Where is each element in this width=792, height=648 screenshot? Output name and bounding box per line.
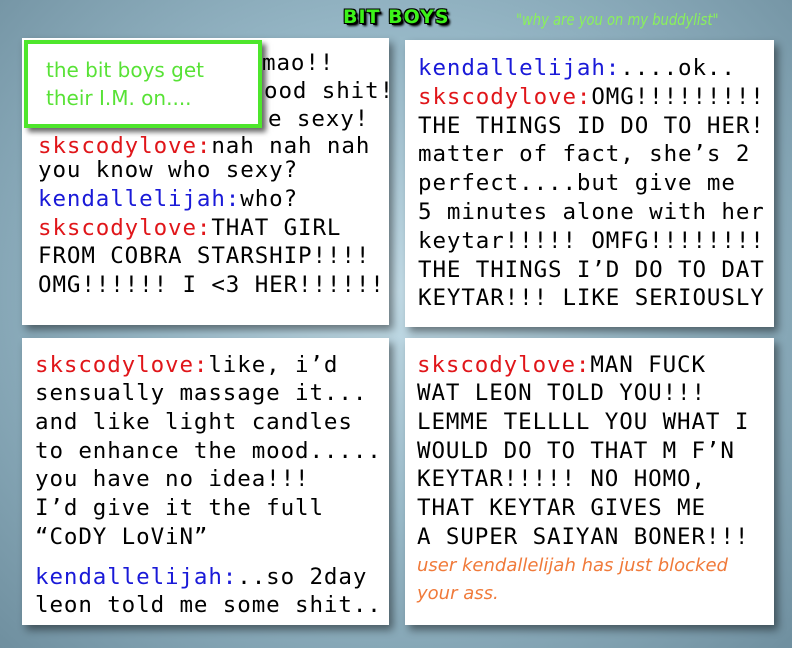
message-text: KEYTAR!!!!! NO HOMO, bbox=[417, 466, 706, 492]
chat-line: perfect....but give me bbox=[418, 170, 736, 196]
screen-name: kendallelijah: bbox=[38, 186, 241, 212]
chat-line-partial: ood shit! bbox=[264, 78, 389, 104]
message-text: you have no idea!!! bbox=[35, 466, 310, 492]
screen-name: skscodylove: bbox=[35, 352, 209, 378]
system-message: your ass. bbox=[417, 583, 499, 604]
comic-tagline: "why are you on my buddylist" bbox=[516, 10, 719, 29]
screen-name: skscodylove: bbox=[417, 352, 591, 378]
message-text: and like light candles bbox=[35, 409, 353, 435]
screen-name: kendallelijah: bbox=[418, 55, 621, 81]
chat-line: THAT KEYTAR GIVES ME bbox=[417, 495, 706, 521]
message-text: nah nah nah bbox=[211, 133, 371, 159]
message-text: THAT KEYTAR GIVES ME bbox=[417, 495, 706, 521]
system-message: user kendallelijah has just blocked bbox=[417, 555, 728, 576]
chat-line: skscodylove:THAT GIRL bbox=[38, 215, 341, 241]
chat-line: skscodylove:OMG!!!!!!!!! bbox=[418, 84, 765, 110]
chat-line: and like light candles bbox=[35, 409, 353, 435]
message-text: matter of fact, she’s 2 bbox=[418, 141, 751, 167]
chat-line: A SUPER SAIYAN BONER!!! bbox=[417, 524, 749, 550]
chat-line-partial: e sexy! bbox=[268, 106, 370, 132]
chat-line: sensually massage it... bbox=[35, 380, 367, 406]
chat-line: WOULD DO TO THAT M F’N bbox=[417, 438, 735, 464]
chat-line: LEMME TELLLL YOU WHAT I bbox=[417, 409, 749, 435]
message-text: like, i’d bbox=[208, 352, 339, 378]
message-text: WAT LEON TOLD YOU!!! bbox=[417, 380, 706, 406]
message-text: FROM COBRA STARSHIP!!!! bbox=[38, 243, 371, 269]
caption-box: the bit boys get their I.M. on.... bbox=[24, 40, 262, 128]
chat-line: keytar!!!!! OMFG!!!!!!!! bbox=[418, 228, 765, 254]
message-text: OMG!!!!!! I <3 HER!!!!!! bbox=[38, 272, 385, 298]
message-text: who? bbox=[240, 186, 299, 212]
chat-line: THE THINGS ID DO TO HER! bbox=[418, 113, 765, 139]
message-text: ....ok.. bbox=[620, 55, 736, 81]
panel-2: kendallelijah:....ok.. skscodylove:OMG!!!… bbox=[405, 40, 774, 327]
chat-line: KEYTAR!!! LIKE SERIOUSLY bbox=[418, 285, 765, 311]
message-text: I’d give it the full bbox=[35, 495, 324, 521]
chat-line: kendallelijah:..so 2day bbox=[35, 564, 367, 590]
message-text: ..so 2day bbox=[237, 564, 368, 590]
chat-line: you have no idea!!! bbox=[35, 466, 309, 492]
chat-line: skscodylove:MAN FUCK bbox=[417, 352, 706, 378]
chat-line: you know who sexy? bbox=[38, 157, 298, 183]
chat-line: OMG!!!!!! I <3 HER!!!!!! bbox=[38, 272, 385, 298]
message-text: “CoDY LoViN” bbox=[35, 524, 209, 550]
chat-line: 5 minutes alone with her bbox=[418, 199, 765, 225]
chat-line: “CoDY LoViN” bbox=[35, 524, 208, 550]
chat-line-partial: mao!! bbox=[262, 50, 335, 76]
message-text: keytar!!!!! OMFG!!!!!!!! bbox=[418, 228, 765, 254]
caption-line: the bit boys get bbox=[46, 58, 205, 82]
chat-line: leon told me some shit.. bbox=[35, 592, 382, 618]
panel-4: skscodylove:MAN FUCK WAT LEON TOLD YOU!!!… bbox=[405, 338, 774, 625]
message-text: you know who sexy? bbox=[38, 157, 299, 183]
chat-line: FROM COBRA STARSHIP!!!! bbox=[38, 243, 370, 269]
chat-line: matter of fact, she’s 2 bbox=[418, 141, 750, 167]
message-text: THAT GIRL bbox=[211, 215, 342, 241]
comic-title: BIT BOYS bbox=[343, 6, 450, 28]
message-text: THE THINGS ID DO TO HER! bbox=[418, 113, 765, 139]
message-text: OMG!!!!!!!!! bbox=[591, 84, 765, 110]
chat-line: KEYTAR!!!!! NO HOMO, bbox=[417, 466, 706, 492]
message-text: to enhance the mood..... bbox=[35, 438, 382, 464]
chat-line: kendallelijah:....ok.. bbox=[418, 55, 736, 81]
chat-line: I’d give it the full bbox=[35, 495, 324, 521]
screen-name: kendallelijah: bbox=[35, 564, 238, 590]
message-text: WOULD DO TO THAT M F’N bbox=[417, 438, 735, 464]
message-text: LEMME TELLLL YOU WHAT I bbox=[417, 409, 750, 435]
message-text: leon told me some shit.. bbox=[35, 592, 382, 618]
chat-line: WAT LEON TOLD YOU!!! bbox=[417, 380, 706, 406]
message-text: perfect....but give me bbox=[418, 170, 736, 196]
message-text: 5 minutes alone with her bbox=[418, 199, 765, 225]
screen-name: skscodylove: bbox=[38, 133, 212, 159]
message-text: THE THINGS I’D DO TO DAT bbox=[418, 257, 765, 283]
chat-line: skscodylove:nah nah nah bbox=[38, 133, 370, 159]
chat-line: skscodylove:like, i’d bbox=[35, 352, 338, 378]
screen-name: skscodylove: bbox=[38, 215, 212, 241]
chat-line: THE THINGS I’D DO TO DAT bbox=[418, 257, 765, 283]
caption-line: their I.M. on.... bbox=[46, 86, 192, 110]
panel-3: skscodylove:like, i’d sensually massage i… bbox=[22, 338, 389, 625]
screen-name: skscodylove: bbox=[418, 84, 592, 110]
message-text: KEYTAR!!! LIKE SERIOUSLY bbox=[418, 285, 765, 311]
message-text: sensually massage it... bbox=[35, 380, 368, 406]
chat-line: kendallelijah:who? bbox=[38, 186, 298, 212]
message-text: A SUPER SAIYAN BONER!!! bbox=[417, 524, 750, 550]
message-text: MAN FUCK bbox=[590, 352, 706, 378]
chat-line: to enhance the mood..... bbox=[35, 438, 382, 464]
